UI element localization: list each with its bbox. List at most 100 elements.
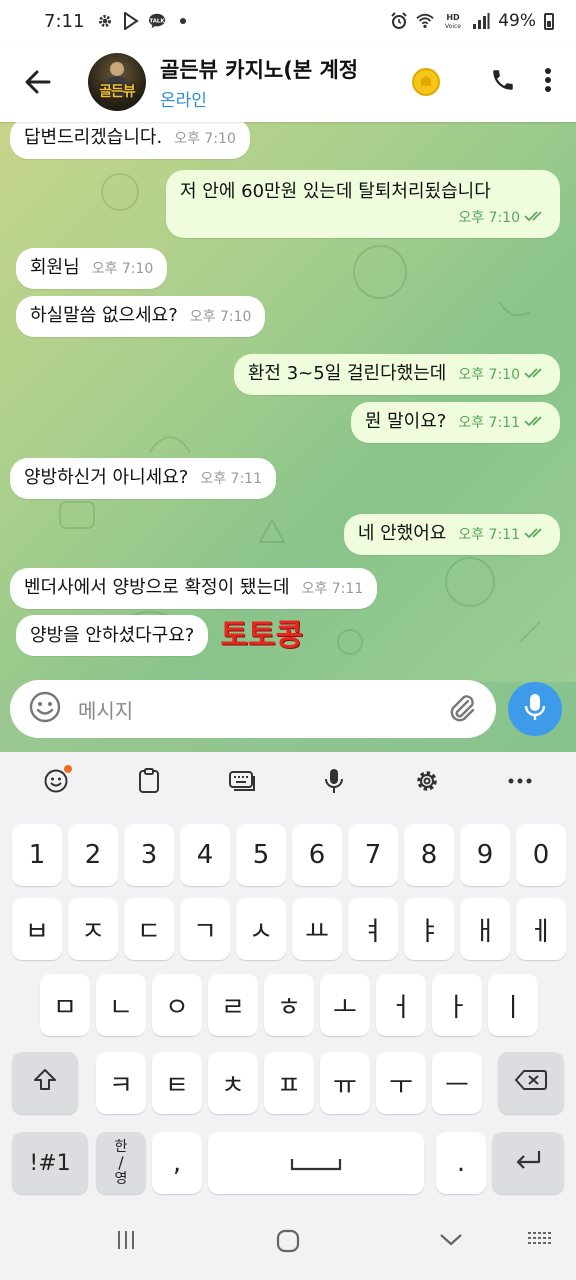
watermark-text: 토토콩 [220, 618, 304, 653]
header-actions [490, 67, 552, 97]
key-jamo[interactable]: ㅏ [432, 974, 482, 1036]
key-8[interactable]: 8 [404, 824, 454, 886]
shift-key[interactable] [12, 1052, 78, 1114]
chat-title-wrap[interactable]: 골든뷰 카지노(본 계정 온라인 [160, 54, 410, 111]
key-jamo[interactable]: ㅇ [152, 974, 202, 1036]
home-icon[interactable] [275, 1228, 301, 1254]
phone-icon[interactable] [490, 67, 516, 97]
read-check-icon [524, 206, 546, 230]
key-jamo[interactable]: ㅛ [292, 898, 342, 960]
message-bubble-out[interactable]: 저 안에 60만원 있는데 탈퇴처리됬습니다 오후 7:10 [166, 170, 560, 238]
message-bubble-out[interactable]: 뭔 말이요? 오후 7:11 [350, 402, 560, 443]
message-input[interactable]: 메시지 [78, 695, 446, 724]
message-bubble-out[interactable]: 환전 3~5일 걸린다했는데 오후 7:10 [233, 354, 560, 395]
key-3[interactable]: 3 [124, 824, 174, 886]
key-jamo-label: ㅠ [333, 1070, 357, 1101]
notification-dot [64, 765, 73, 773]
key-1[interactable]: 1 [12, 824, 62, 886]
key-jamo[interactable]: ㅎ [264, 974, 314, 1036]
coin-emoji-icon [412, 68, 440, 96]
key-jamo[interactable]: ㅌ [152, 1052, 202, 1114]
clipboard-icon[interactable] [127, 759, 171, 803]
signal-icon [472, 12, 490, 30]
dot-icon [174, 12, 192, 30]
key-6[interactable]: 6 [292, 824, 342, 886]
key-jamo[interactable]: ㄹ [208, 974, 258, 1036]
key-jamo[interactable]: ㅠ [320, 1052, 370, 1114]
key-0[interactable]: 0 [516, 824, 566, 886]
key-9[interactable]: 9 [460, 824, 510, 886]
key-jamo[interactable]: ㅓ [376, 974, 426, 1036]
message-bubble-in[interactable]: 벤더사에서 양방으로 확정이 됐는데 오후 7:11 [10, 568, 378, 609]
key-jamo[interactable]: ㅍ [264, 1052, 314, 1114]
key-jamo[interactable]: ㅕ [348, 898, 398, 960]
kb-emoji-icon[interactable] [34, 759, 78, 803]
key-jamo-label: ㅣ [501, 992, 525, 1023]
message-time: 오후 7:10 [91, 261, 154, 277]
key-jamo[interactable]: ㅈ [68, 898, 118, 960]
avatar[interactable]: 골든뷰 [88, 53, 146, 111]
settings-icon[interactable] [405, 759, 449, 803]
key-jamo[interactable]: ㅂ [12, 898, 62, 960]
key-jamo[interactable]: ㅔ [516, 898, 566, 960]
key-4[interactable]: 4 [180, 824, 230, 886]
key-jamo-label: ㅡ [445, 1070, 469, 1101]
key-jamo[interactable]: ㅋ [96, 1052, 146, 1114]
key-jamo[interactable]: ㄴ [96, 974, 146, 1036]
more-vert-icon[interactable] [544, 67, 552, 97]
key-jamo-label: ㄴ [109, 992, 133, 1023]
keyboard-grid-icon[interactable] [526, 1228, 554, 1252]
key-jamo-label: ㅌ [165, 1070, 189, 1101]
space-key[interactable] [208, 1132, 424, 1194]
comma-key[interactable]: , [152, 1132, 202, 1194]
key-jamo-label: ㅍ [277, 1070, 301, 1101]
message-bubble-out[interactable]: 네 안했어요 오후 7:11 [343, 514, 560, 555]
message-bubble-in[interactable]: 양방을 안하셨다구요? 토토콩 [16, 615, 317, 656]
message-bubble-in[interactable]: 양방하신거 아니세요? 오후 7:11 [10, 458, 276, 499]
back-arrow-icon[interactable] [18, 62, 58, 102]
key-7[interactable]: 7 [348, 824, 398, 886]
backspace-key[interactable] [498, 1052, 564, 1114]
key-2[interactable]: 2 [68, 824, 118, 886]
symbols-key[interactable]: !#1 [12, 1132, 88, 1194]
message-bubble-in[interactable]: 회원님 오후 7:10 [16, 248, 168, 289]
more-icon[interactable] [498, 759, 542, 803]
attach-icon[interactable] [446, 691, 478, 727]
message-bubble-in[interactable]: 하실말씀 없으세요? 오후 7:10 [16, 296, 266, 337]
recents-icon[interactable] [114, 1228, 138, 1252]
key-jamo[interactable]: ㅗ [320, 974, 370, 1036]
mic-button[interactable] [508, 682, 562, 736]
key-jamo-label: ㅅ [249, 916, 273, 947]
key-jamo-label: ㅇ [165, 992, 189, 1023]
key-jamo[interactable]: ㄱ [180, 898, 230, 960]
key-jamo[interactable]: ㅑ [404, 898, 454, 960]
key-jamo[interactable]: ㅐ [460, 898, 510, 960]
message-time: 오후 7:11 [301, 581, 364, 597]
key-3-label: 3 [140, 840, 158, 870]
key-jamo[interactable]: ㅊ [208, 1052, 258, 1114]
lang-divider: / [118, 1153, 124, 1172]
key-2-label: 2 [84, 840, 102, 870]
enter-key[interactable] [492, 1132, 564, 1194]
back-icon[interactable] [438, 1228, 464, 1252]
key-5[interactable]: 5 [236, 824, 286, 886]
chat-area[interactable]: 답변드리겠습니다. 오후 7:10 저 안에 60만원 있는데 탈퇴처리됬습니다 오후… [0, 122, 576, 682]
hd-voice-icon-hd: HD [447, 13, 461, 22]
key-7-label: 7 [364, 840, 382, 870]
key-jamo[interactable]: ㅣ [488, 974, 538, 1036]
emoji-icon[interactable] [28, 690, 62, 728]
hd-voice-icon: HD Voice [442, 12, 464, 30]
key-jamo[interactable]: ㅜ [376, 1052, 426, 1114]
language-key[interactable]: 한 / 영 [96, 1132, 146, 1194]
message-composer[interactable]: 메시지 [10, 680, 496, 738]
key-jamo[interactable]: ㅁ [40, 974, 90, 1036]
key-jamo[interactable]: ㅅ [236, 898, 286, 960]
key-jamo-label: ㅂ [25, 916, 49, 947]
message-bubble-in[interactable]: 답변드리겠습니다. 오후 7:10 [10, 122, 250, 159]
key-jamo[interactable]: ㄷ [124, 898, 174, 960]
key-jamo[interactable]: ㅡ [432, 1052, 482, 1114]
key-0-label: 0 [532, 840, 550, 870]
period-key[interactable]: . [436, 1132, 486, 1194]
kb-mic-icon[interactable] [312, 759, 356, 803]
keyboard-icon[interactable] [220, 759, 264, 803]
